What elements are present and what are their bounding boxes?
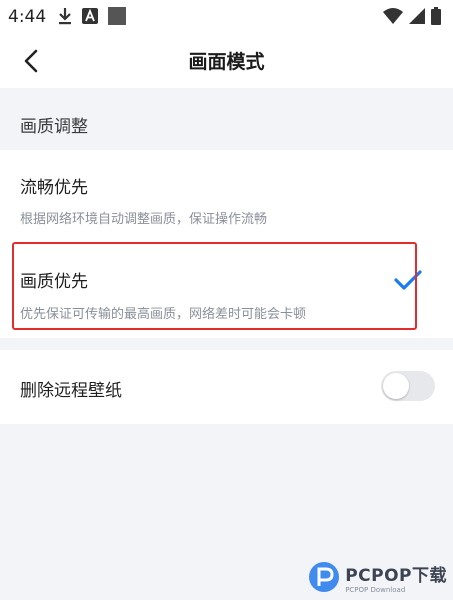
option-quality-priority[interactable]: 画质优先 优先保证可传输的最高画质，网络差时可能会卡顿 [0,242,453,328]
watermark-subtext: PCPOP Download [345,585,406,594]
toggle-knob [383,373,409,399]
battery-icon [431,7,441,29]
signal-icon [409,8,425,28]
wifi-icon [383,8,403,28]
status-right-icons [383,7,441,29]
option-description: 根据网络环境自动调整画质，保证操作流畅 [20,212,268,227]
status-time: 4:44 [8,7,47,27]
font-icon [82,8,98,28]
option-description: 优先保证可传输的最高画质，网络差时可能会卡顿 [20,307,307,322]
remove-wallpaper-row: 删除远程壁纸 [0,350,453,424]
quality-options-card: 流畅优先 根据网络环境自动调整画质，保证操作流畅 画质优先 优先保证可传输的最高… [0,150,453,338]
app-header: 画面模式 [0,34,453,88]
checkmark-icon [394,270,422,290]
remove-wallpaper-toggle[interactable] [381,371,435,401]
option-label: 画质优先 [20,272,88,292]
watermark: PCPOP下载 PCPOP Download [307,560,447,594]
pcpop-logo-icon [309,562,340,592]
remove-wallpaper-label: 删除远程壁纸 [20,381,122,401]
watermark-text: PCPOP下载 [345,565,447,586]
status-left-icons [58,7,126,29]
square-icon [108,7,126,29]
section-title: 画质调整 [20,117,88,137]
status-bar: 4:44 [0,0,453,34]
page-title: 画面模式 [188,51,265,73]
option-label: 流畅优先 [20,178,88,198]
option-smooth-priority[interactable]: 流畅优先 根据网络环境自动调整画质，保证操作流畅 [0,150,453,236]
download-icon [58,7,72,29]
